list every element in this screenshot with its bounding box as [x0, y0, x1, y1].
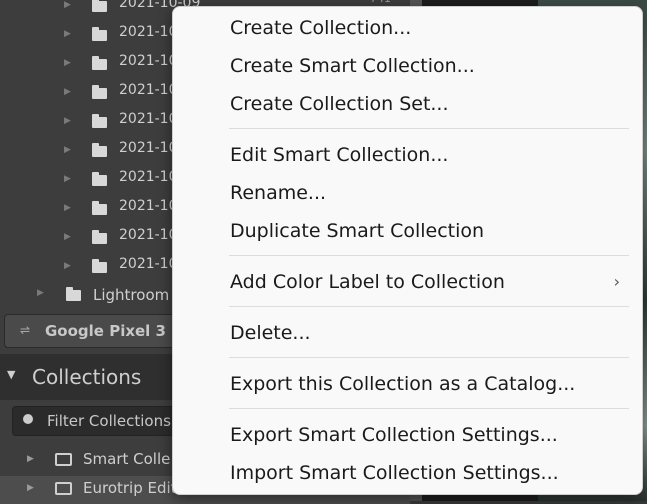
menu-item-label: Create Collection Set...: [230, 93, 449, 115]
folder-label: 2021-10: [119, 24, 178, 40]
expand-triangle-icon[interactable]: ▶: [64, 87, 71, 97]
menu-item-export-as-catalog[interactable]: Export this Collection as a Catalog...: [173, 367, 642, 403]
menu-item-label: Duplicate Smart Collection: [230, 220, 485, 242]
menu-item-create-smart-collection[interactable]: Create Smart Collection...: [173, 49, 642, 85]
folder-icon: [92, 0, 107, 12]
expand-triangle-icon[interactable]: ▶: [37, 288, 44, 298]
expand-triangle-icon[interactable]: ▶: [64, 116, 71, 126]
collection-set-icon: [55, 453, 72, 466]
menu-item-label: Export this Collection as a Catalog...: [230, 373, 576, 395]
smart-collection-icon: [55, 482, 72, 495]
expand-triangle-icon[interactable]: ▶: [64, 261, 71, 271]
menu-item-export-smart-collection-settings[interactable]: Export Smart Collection Settings...: [173, 418, 642, 454]
expand-triangle-icon[interactable]: ▶: [64, 58, 71, 68]
menu-separator: [229, 357, 629, 358]
menu-item-duplicate-smart-collection[interactable]: Duplicate Smart Collection: [173, 214, 642, 250]
collection-label: Eurotrip Edits: [83, 479, 185, 497]
folder-icon: [92, 85, 107, 99]
menu-item-delete[interactable]: Delete...: [173, 316, 642, 352]
folder-label: 2021-10: [119, 227, 178, 243]
menu-item-edit-smart-collection[interactable]: Edit Smart Collection...: [173, 138, 642, 174]
folder-icon: [92, 230, 107, 244]
context-menu: Create Collection... Create Smart Collec…: [172, 6, 643, 495]
menu-item-add-color-label[interactable]: Add Color Label to Collection ›: [173, 265, 642, 301]
folder-count: 741: [370, 0, 391, 5]
expand-triangle-icon[interactable]: ▶: [27, 454, 34, 464]
folder-label: Lightroom: [93, 286, 170, 304]
folder-icon: [92, 172, 107, 186]
menu-separator: [229, 255, 629, 256]
menu-separator: [229, 306, 629, 307]
folder-label: 2021-10: [119, 256, 178, 272]
folder-label: 2021-10: [119, 198, 178, 214]
folder-label: 2021-10: [119, 111, 178, 127]
menu-item-label: Create Collection...: [230, 17, 412, 39]
folder-label: 2021-10: [119, 82, 178, 98]
folder-label: 2021-10: [119, 169, 178, 185]
menu-item-label: Rename...: [230, 182, 327, 204]
menu-item-label: Edit Smart Collection...: [230, 144, 449, 166]
folder-label: 2021-10: [119, 140, 178, 156]
expand-triangle-icon[interactable]: ▶: [64, 174, 71, 184]
expand-triangle-icon[interactable]: ▶: [64, 203, 71, 213]
menu-item-label: Delete...: [230, 322, 311, 344]
folder-icon: [92, 259, 107, 273]
expand-triangle-icon[interactable]: ▶: [64, 232, 71, 242]
expand-triangle-icon[interactable]: ▶: [27, 483, 34, 493]
expand-triangle-icon[interactable]: ▶: [64, 145, 71, 155]
folder-icon: [92, 27, 107, 41]
chevron-right-icon: ›: [613, 272, 620, 291]
expand-triangle-icon[interactable]: ▶: [64, 29, 71, 39]
menu-item-label: Add Color Label to Collection: [230, 271, 505, 293]
drive-icon: ⇌: [20, 323, 31, 337]
folder-icon: [92, 143, 107, 157]
folder-icon: [92, 201, 107, 215]
folder-icon: [92, 114, 107, 128]
collection-label: Smart Colle: [83, 450, 171, 468]
menu-item-create-collection-set[interactable]: Create Collection Set...: [173, 87, 642, 123]
device-label: Google Pixel 3: [45, 322, 166, 340]
menu-separator: [229, 128, 629, 129]
expand-triangle-icon[interactable]: ▶: [64, 0, 71, 10]
folder-icon: [66, 287, 81, 301]
folder-label: 2021-10: [119, 53, 178, 69]
menu-separator: [229, 408, 629, 409]
menu-item-create-collection[interactable]: Create Collection...: [173, 11, 642, 47]
menu-item-rename[interactable]: Rename...: [173, 176, 642, 212]
collapse-triangle-icon[interactable]: ▼: [7, 368, 15, 381]
menu-item-label: Create Smart Collection...: [230, 55, 475, 77]
menu-item-label: Import Smart Collection Settings...: [230, 462, 559, 484]
collections-title: Collections: [32, 365, 142, 389]
menu-item-import-smart-collection-settings[interactable]: Import Smart Collection Settings...: [173, 456, 642, 492]
folder-icon: [92, 56, 107, 70]
menu-item-label: Export Smart Collection Settings...: [230, 424, 558, 446]
search-icon: [23, 414, 33, 424]
